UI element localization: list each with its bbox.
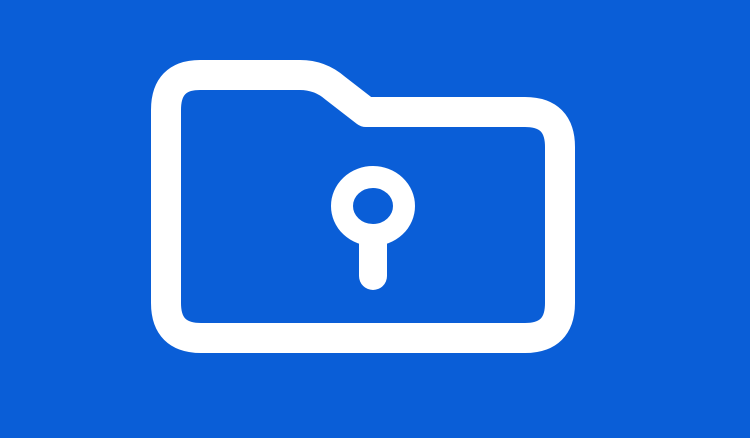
keyhole-stem — [359, 230, 387, 290]
locked-folder-icon — [0, 0, 750, 438]
app-icon-canvas — [0, 0, 750, 438]
icon-background — [0, 0, 750, 438]
